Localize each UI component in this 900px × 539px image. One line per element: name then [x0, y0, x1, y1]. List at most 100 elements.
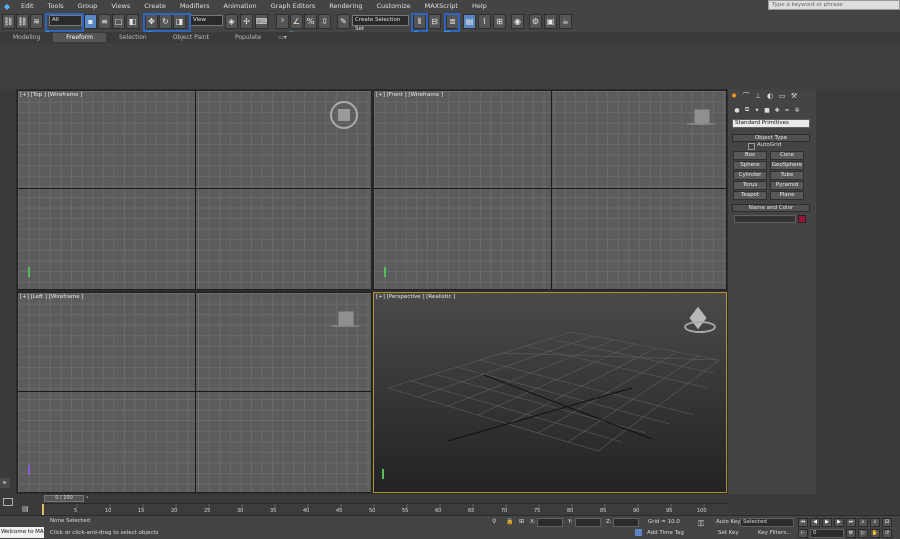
unlink-icon[interactable]: ⛓: [16, 14, 29, 29]
named-selection-dropdown[interactable]: Create Selection Set: [352, 15, 409, 32]
modify-tab-icon[interactable]: ⌒: [740, 90, 752, 102]
select-scale-icon[interactable]: ◨: [173, 14, 186, 29]
key-filters-button[interactable]: Key Filters...: [758, 530, 791, 536]
select-manipulate-icon[interactable]: ✢: [240, 14, 253, 29]
object-name-field[interactable]: [734, 215, 796, 223]
goto-end-icon[interactable]: ⏭: [846, 518, 856, 527]
menu-views[interactable]: Views: [104, 2, 137, 10]
pan-view-icon[interactable]: ✋: [870, 529, 880, 538]
render-setup-icon[interactable]: ⚙: [529, 14, 542, 29]
cone-button[interactable]: Cone: [770, 151, 804, 160]
percent-snap-icon[interactable]: %: [304, 14, 317, 29]
plane-button[interactable]: Plane: [770, 191, 804, 200]
systems-icon[interactable]: ✲: [792, 104, 802, 116]
color-swatch[interactable]: [798, 215, 806, 223]
rendered-frame-window-icon[interactable]: ▣: [544, 14, 557, 29]
object-type-rollout[interactable]: Object Type: [732, 134, 810, 142]
name-color-rollout[interactable]: Name and Color: [732, 204, 810, 212]
link-icon[interactable]: ⛓: [2, 14, 15, 29]
set-key-button[interactable]: Set Key: [718, 530, 739, 536]
helpers-icon[interactable]: ✚: [772, 104, 782, 116]
geometry-icon[interactable]: ●: [732, 104, 742, 116]
shapes-icon[interactable]: ⧉: [742, 104, 752, 116]
maxscript-listener-field[interactable]: Welcome to MA: [0, 527, 44, 538]
selection-lock-icon[interactable]: 🔒: [506, 518, 513, 525]
key-mode-dropdown[interactable]: Selected: [740, 518, 794, 527]
space-warps-icon[interactable]: ≈: [782, 104, 792, 116]
spinner-snap-icon[interactable]: ⇳: [318, 14, 331, 29]
play-icon[interactable]: ▶: [822, 518, 832, 527]
select-move-icon[interactable]: ✥: [145, 14, 158, 29]
viewport-top[interactable]: [+] [Top ] [Wireframe ]: [17, 90, 372, 290]
window-crossing-icon[interactable]: ◧: [126, 14, 139, 29]
pivot-center-icon[interactable]: ◈: [225, 14, 238, 29]
cylinder-button[interactable]: Cylinder: [733, 171, 767, 180]
expand-panel-icon[interactable]: ▸: [0, 478, 10, 488]
mirror-icon[interactable]: ⫴: [413, 14, 426, 29]
viewport-layout-icon[interactable]: [0, 494, 16, 515]
menu-modifiers[interactable]: Modifiers: [173, 2, 217, 10]
open-mini-curve-editor-icon[interactable]: ▤: [22, 505, 36, 514]
zoom-extents-icon[interactable]: ⊡: [882, 518, 892, 527]
snaps-toggle-icon[interactable]: ³: [276, 14, 289, 29]
zoom-all-icon[interactable]: ⌕: [870, 518, 880, 527]
schematic-view-icon[interactable]: ⊞: [493, 14, 506, 29]
hierarchy-tab-icon[interactable]: ⊥: [752, 90, 764, 102]
pyramid-button[interactable]: Pyramid: [770, 181, 804, 190]
x-coordinate-field[interactable]: [537, 518, 563, 527]
zoom-icon[interactable]: ⌕: [858, 518, 868, 527]
scene-explorer-icon[interactable]: ▤: [463, 14, 476, 29]
teapot-button[interactable]: Teapot: [733, 191, 767, 200]
torus-button[interactable]: Torus: [733, 181, 767, 190]
lights-icon[interactable]: ✦: [752, 104, 762, 116]
time-tag-icon[interactable]: [635, 529, 642, 536]
material-editor-icon[interactable]: ◉: [511, 14, 524, 29]
menu-animation[interactable]: Animation: [217, 2, 264, 10]
time-next-arrow-icon[interactable]: ›: [86, 494, 88, 501]
create-tab-icon[interactable]: ✹: [728, 90, 740, 102]
menu-maxscript[interactable]: MAXScript: [418, 2, 465, 10]
keyboard-shortcut-icon[interactable]: ⌨: [255, 14, 268, 29]
current-frame-field[interactable]: 0: [810, 529, 844, 538]
menu-group[interactable]: Group: [71, 2, 105, 10]
add-time-tag-button[interactable]: Add Time Tag: [647, 530, 684, 536]
align-icon[interactable]: ⊟: [428, 14, 441, 29]
utilities-tab-icon[interactable]: ⚒: [788, 90, 800, 102]
tab-selection[interactable]: Selection: [106, 33, 160, 42]
ribbon-options-icon[interactable]: ▭▾: [274, 33, 291, 42]
selection-filter-dropdown[interactable]: All: [49, 15, 82, 26]
select-object-icon[interactable]: ▪: [84, 14, 97, 29]
auto-key-button[interactable]: Auto Key: [716, 519, 741, 525]
viewport-left-label[interactable]: [+] [Left ] [Wireframe ]: [20, 294, 84, 300]
viewcube-icon[interactable]: [330, 101, 358, 129]
rect-selection-icon[interactable]: □: [112, 14, 125, 29]
key-icon[interactable]: ⚿: [698, 519, 704, 529]
isolate-selection-icon[interactable]: ⚲: [492, 518, 496, 525]
cameras-icon[interactable]: ■: [762, 104, 772, 116]
time-slider-thumb[interactable]: 0 / 100: [44, 495, 84, 502]
viewcube-icon[interactable]: [694, 109, 710, 124]
key-mode-toggle-icon[interactable]: ⊢: [798, 529, 808, 538]
display-tab-icon[interactable]: ▭: [776, 90, 788, 102]
viewport-front[interactable]: [+] [Front ] [Wireframe ]: [373, 90, 727, 290]
prev-frame-icon[interactable]: ◀: [810, 518, 820, 527]
curve-editor-icon[interactable]: ⌇: [478, 14, 491, 29]
autogrid-checkbox[interactable]: [748, 143, 755, 150]
sphere-button[interactable]: Sphere: [733, 161, 767, 170]
menu-help[interactable]: Help: [465, 2, 494, 10]
box-button[interactable]: Box: [733, 151, 767, 160]
menu-tools[interactable]: Tools: [41, 2, 71, 10]
select-rotate-icon[interactable]: ↻: [159, 14, 172, 29]
angle-snap-icon[interactable]: ∠: [290, 14, 303, 29]
menu-create[interactable]: Create: [137, 2, 173, 10]
select-by-name-icon[interactable]: ≡: [98, 14, 111, 29]
viewcube-icon[interactable]: [338, 311, 354, 326]
tab-modeling[interactable]: Modeling: [0, 33, 53, 42]
menu-edit[interactable]: Edit: [14, 2, 41, 10]
menu-graph-editors[interactable]: Graph Editors: [264, 2, 323, 10]
field-of-view-icon[interactable]: ▷: [858, 529, 868, 538]
tab-populate[interactable]: Populate: [222, 33, 274, 42]
motion-tab-icon[interactable]: ◐: [764, 90, 776, 102]
goto-start-icon[interactable]: ⏮: [798, 518, 808, 527]
layer-explorer-icon[interactable]: ≣: [446, 14, 459, 29]
